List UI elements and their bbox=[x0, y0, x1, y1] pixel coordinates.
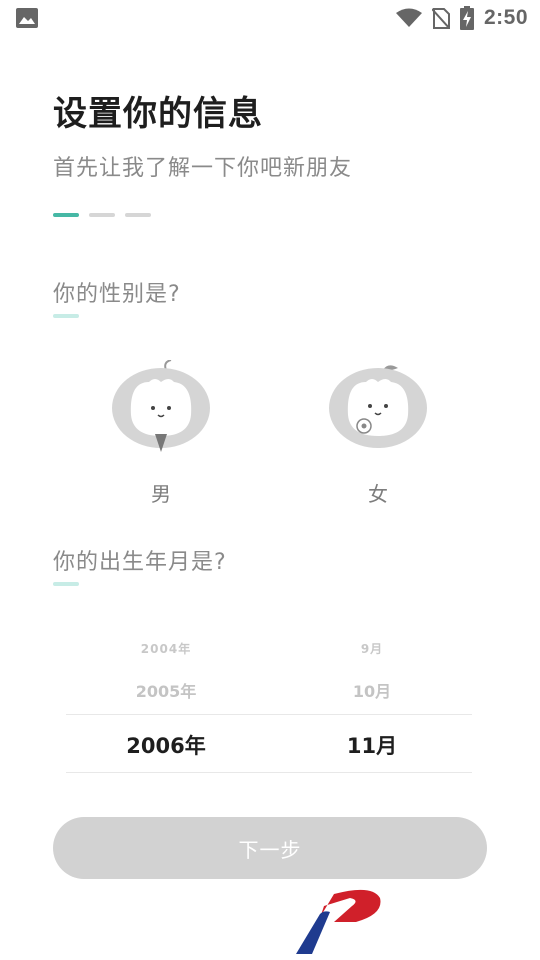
picker-divider-top bbox=[66, 714, 472, 715]
year-option-selected[interactable]: 2006年 bbox=[66, 730, 266, 760]
next-step-button[interactable]: 下一步 bbox=[53, 817, 487, 879]
step-indicator-2 bbox=[89, 213, 115, 217]
step-indicator-1 bbox=[53, 213, 79, 217]
brand-logo-icon bbox=[296, 889, 381, 954]
year-option[interactable]: 2004年 bbox=[66, 640, 266, 657]
gender-label-female: 女 bbox=[368, 482, 388, 506]
page-title: 设置你的信息 bbox=[53, 94, 263, 134]
wifi-icon bbox=[395, 8, 422, 27]
month-option-selected[interactable]: 11月 bbox=[272, 730, 472, 760]
step-progress bbox=[53, 213, 151, 217]
gender-option-female[interactable]: 女 bbox=[323, 360, 433, 507]
birth-section-title: 你的出生年月是? bbox=[53, 550, 227, 575]
image-icon bbox=[16, 8, 38, 28]
birth-date-picker[interactable]: 2004年 2005年 2006年 9月 10月 11月 bbox=[66, 630, 472, 775]
birth-section-underline bbox=[53, 582, 79, 586]
gender-option-male[interactable]: 男 bbox=[106, 359, 216, 507]
gender-section-title: 你的性别是? bbox=[53, 282, 181, 307]
gender-label-male: 男 bbox=[151, 482, 171, 506]
male-avatar-icon bbox=[112, 359, 210, 452]
status-bar: 2:50 bbox=[0, 0, 540, 36]
battery-charging-icon bbox=[459, 6, 474, 30]
female-avatar-icon bbox=[329, 365, 427, 448]
month-option[interactable]: 9月 bbox=[272, 640, 472, 657]
picker-divider-bottom bbox=[66, 772, 472, 773]
step-indicator-3 bbox=[125, 213, 151, 217]
year-option[interactable]: 2005年 bbox=[66, 678, 266, 702]
month-option[interactable]: 10月 bbox=[272, 678, 472, 702]
gender-section-underline bbox=[53, 314, 79, 318]
status-time: 2:50 bbox=[483, 6, 528, 29]
page-subtitle: 首先让我了解一下你吧新朋友 bbox=[53, 156, 353, 181]
no-sim-icon bbox=[431, 8, 450, 29]
